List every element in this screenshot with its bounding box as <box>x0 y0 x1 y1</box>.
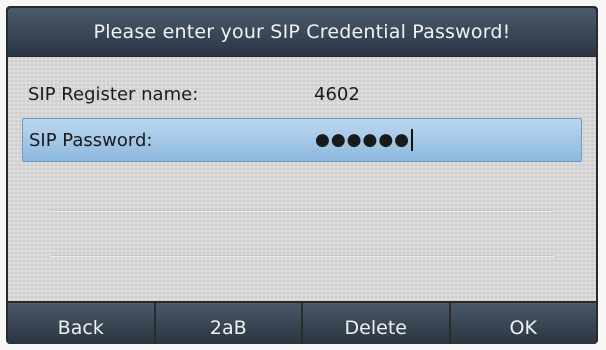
empty-row-divider <box>50 255 554 257</box>
text-cursor <box>411 129 414 151</box>
sip-password-row[interactable]: SIP Password: ●●●●●● <box>22 118 582 162</box>
ok-softkey[interactable]: OK <box>450 303 596 344</box>
sip-register-name-value: 4602 <box>314 83 360 105</box>
sip-register-name-label: SIP Register name: <box>28 83 199 105</box>
empty-row-divider <box>50 210 554 212</box>
screen-title: Please enter your SIP Credential Passwor… <box>8 8 596 56</box>
sip-register-name-row[interactable]: SIP Register name: 4602 <box>22 73 582 115</box>
sip-password-field[interactable]: ●●●●●● <box>315 129 581 151</box>
content-area: SIP Register name: 4602 SIP Password: ●●… <box>8 57 596 301</box>
delete-softkey[interactable]: Delete <box>303 303 449 344</box>
sip-password-masked-value: ●●●●●● <box>315 130 411 150</box>
back-softkey[interactable]: Back <box>8 303 154 344</box>
softkey-bar: Back 2aB Delete OK <box>8 303 596 344</box>
input-mode-softkey[interactable]: 2aB <box>155 303 301 344</box>
sip-password-label: SIP Password: <box>29 129 153 151</box>
phone-screen: Please enter your SIP Credential Passwor… <box>6 6 598 344</box>
